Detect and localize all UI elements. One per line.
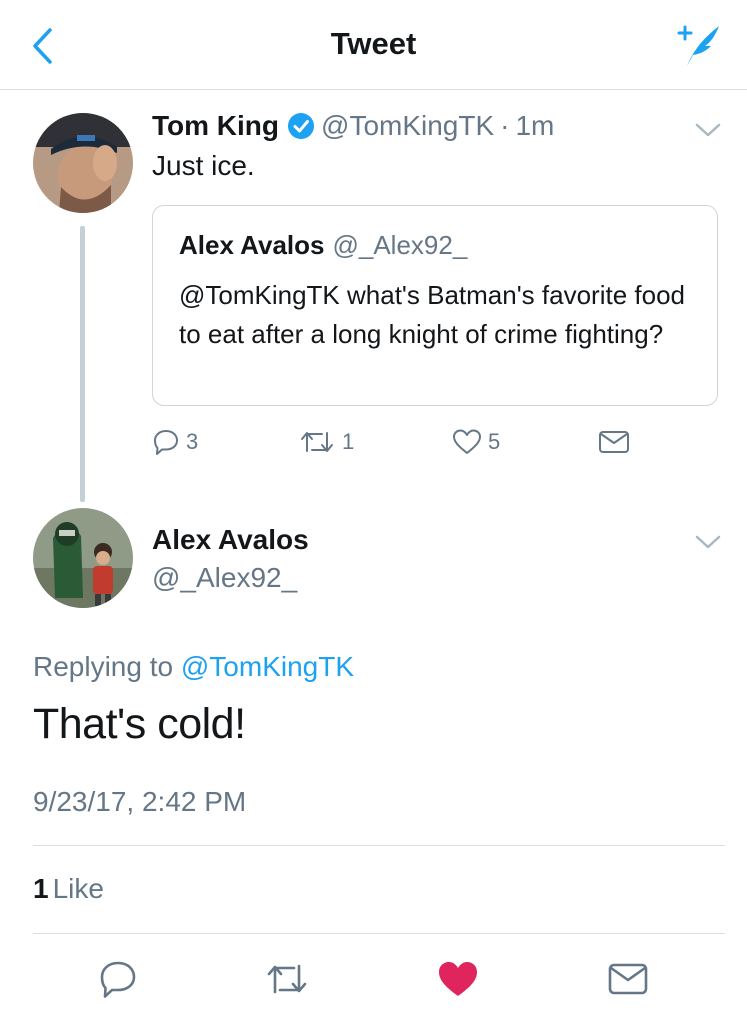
retweet-button[interactable]	[262, 954, 312, 1004]
retweet-icon	[267, 964, 307, 994]
replying-to-link[interactable]: @TomKingTK	[181, 651, 354, 682]
chevron-down-icon[interactable]	[693, 115, 723, 145]
direct-message-button[interactable]	[598, 428, 630, 456]
avatar-image-tom-king	[33, 113, 133, 213]
retweet-button[interactable]: 1	[298, 428, 354, 456]
quoted-tweet-card[interactable]: Alex Avalos @_Alex92_ @TomKingTK what's B…	[152, 205, 718, 406]
avatar-image-alex-avalos	[33, 508, 133, 608]
retweet-count: 1	[342, 429, 355, 454]
tweet-text: Just ice.	[152, 150, 255, 181]
quoted-author-handle: @_Alex92_	[332, 230, 468, 260]
avatar[interactable]	[33, 113, 133, 213]
author-name[interactable]: Tom King	[152, 110, 279, 142]
reply-button[interactable]: 3	[152, 428, 198, 456]
like-button[interactable]: 5	[452, 428, 500, 456]
likes-count: 1	[33, 873, 49, 904]
reply-count: 3	[186, 429, 199, 454]
reply-icon	[100, 961, 136, 998]
separator-dot: ·	[500, 110, 510, 141]
replying-to-line: Replying to @TomKingTK	[33, 651, 354, 683]
envelope-icon	[599, 431, 629, 453]
like-button[interactable]	[433, 954, 483, 1004]
compose-tweet-button[interactable]	[673, 20, 725, 72]
reply-icon	[154, 430, 178, 455]
direct-message-button[interactable]	[603, 954, 653, 1004]
tweet-timestamp: 9/23/17, 2:42 PM	[33, 786, 247, 817]
author-name[interactable]: Alex Avalos	[152, 524, 309, 556]
quoted-tweet-text: @TomKingTK what's Batman's favorite food…	[179, 280, 685, 349]
tweet-actions: 3 1 5	[152, 428, 652, 468]
retweet-icon	[301, 432, 333, 452]
likes-summary[interactable]: 1 Like	[33, 873, 104, 905]
tweet-header: Tom King @TomKingTK · 1m	[152, 110, 554, 142]
tweet-time: 1m	[515, 110, 555, 141]
author-handle[interactable]: @TomKingTK	[321, 110, 494, 142]
divider	[33, 845, 725, 846]
likes-label: Like	[52, 873, 104, 904]
author-handle[interactable]: @_Alex92_	[152, 562, 297, 594]
quoted-tweet-header: Alex Avalos @_Alex92_	[179, 230, 467, 261]
avatar[interactable]	[33, 508, 133, 608]
reply-button[interactable]	[93, 954, 143, 1004]
replying-to-prefix: Replying to	[33, 651, 174, 682]
envelope-icon	[608, 963, 648, 995]
thread-connector-line	[80, 226, 85, 502]
chevron-down-icon[interactable]	[693, 527, 723, 557]
heart-icon	[453, 429, 481, 454]
verified-badge-icon	[288, 113, 315, 139]
compose-tweet-icon	[677, 25, 719, 66]
tweet-text: That's cold!	[33, 700, 246, 748]
like-count: 5	[488, 429, 501, 454]
heart-filled-icon	[439, 962, 477, 996]
top-bar: Tweet	[0, 0, 747, 90]
page-title: Tweet	[330, 26, 417, 61]
divider	[33, 933, 725, 934]
detail-actions	[0, 950, 747, 1010]
quoted-author-name: Alex Avalos	[179, 230, 325, 260]
